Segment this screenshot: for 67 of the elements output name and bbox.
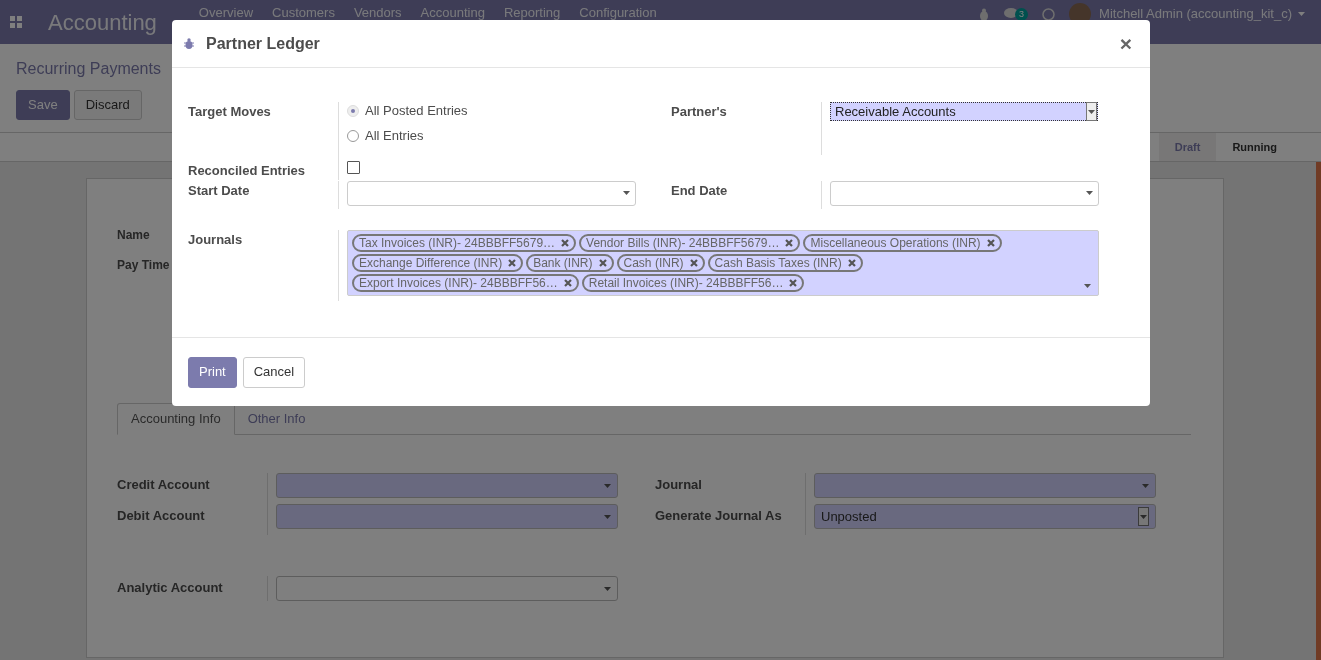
field-label: Debit Account xyxy=(117,508,205,523)
caret-icon xyxy=(1298,12,1305,16)
remove-icon[interactable] xyxy=(789,278,798,287)
journal-tag[interactable]: Exchange Difference (INR) xyxy=(352,253,524,272)
breadcrumb[interactable]: Recurring Payments xyxy=(16,57,161,81)
field-label: Pay Time xyxy=(117,258,170,272)
journal-tag[interactable]: Cash (INR) xyxy=(616,253,705,272)
journal-tag[interactable]: Export Invoices (INR)- 24BBBFF56… xyxy=(352,273,579,292)
date-field[interactable] xyxy=(830,180,1099,206)
remove-icon[interactable] xyxy=(598,258,607,267)
field-label: Analytic Account xyxy=(117,580,223,595)
caret-icon xyxy=(604,514,611,519)
journal-tag[interactable]: Tax Invoices (INR)- 24BBBFF5679… xyxy=(352,233,577,252)
remove-icon[interactable] xyxy=(561,238,570,247)
caret-icon xyxy=(1084,283,1091,288)
radio-option[interactable]: All Entries xyxy=(347,127,635,144)
radio-button[interactable] xyxy=(347,129,359,142)
field-label: Generate Journal As xyxy=(655,508,782,523)
status-step[interactable]: Draft xyxy=(1158,133,1217,161)
date-field[interactable] xyxy=(347,180,636,206)
remove-icon[interactable] xyxy=(986,238,995,247)
journal-tag[interactable]: Retail Invoices (INR)- 24BBBFF56… xyxy=(581,273,805,292)
count-badge: 3 xyxy=(1015,7,1029,21)
bug-icon[interactable] xyxy=(978,7,991,21)
journal-tag[interactable]: Cash Basis Taxes (INR) xyxy=(707,253,863,272)
caret-icon xyxy=(1142,483,1149,488)
field-label: Journal xyxy=(655,477,702,492)
clock-icon[interactable] xyxy=(1042,7,1056,21)
caret-icon xyxy=(623,191,630,195)
save-button[interactable]: Save xyxy=(16,90,70,120)
journal-tag[interactable]: Miscellaneous Operations (INR) xyxy=(803,233,1002,252)
input-field[interactable] xyxy=(276,473,618,498)
journal-tag[interactable]: Vendor Bills (INR)- 24BBBFF5679… xyxy=(579,233,801,252)
tags-field[interactable] xyxy=(347,229,1099,296)
discard-button[interactable]: Discard xyxy=(73,90,142,120)
journal-tag[interactable]: Bank (INR) xyxy=(526,253,614,272)
input-field[interactable] xyxy=(276,576,618,601)
caret-icon xyxy=(604,483,611,488)
input-field[interactable] xyxy=(276,504,618,529)
remove-icon[interactable] xyxy=(689,258,698,267)
tab[interactable]: Accounting Info xyxy=(117,403,235,435)
field-label: Credit Account xyxy=(117,477,210,492)
remove-icon[interactable] xyxy=(563,278,572,287)
remove-icon[interactable] xyxy=(847,258,856,267)
close-button[interactable]: × xyxy=(1119,33,1132,54)
select-field[interactable]: Receivable Accounts xyxy=(830,102,1098,121)
cancel-button[interactable]: Cancel xyxy=(242,356,306,388)
print-button[interactable]: Print xyxy=(188,356,237,388)
field-label: End Date xyxy=(671,182,728,198)
bug-icon xyxy=(184,38,194,49)
dialog-title: Partner Ledger xyxy=(206,33,320,54)
field-label: Target Moves xyxy=(188,104,271,119)
apps-grid-icon[interactable] xyxy=(10,16,22,28)
caret-icon xyxy=(1086,191,1093,195)
field-label: Start Date xyxy=(188,182,250,198)
radio-option[interactable]: All Posted Entries xyxy=(347,102,635,119)
field-label: Journals xyxy=(188,231,243,247)
input-field[interactable] xyxy=(814,473,1156,498)
remove-icon[interactable] xyxy=(508,258,517,267)
caret-icon xyxy=(604,586,611,591)
tab[interactable]: Other Info xyxy=(234,403,319,435)
field-label: Reconciled Entries xyxy=(188,163,306,178)
select-field[interactable]: Unposted xyxy=(814,504,1156,529)
remove-icon[interactable] xyxy=(785,238,794,247)
checkbox[interactable] xyxy=(347,161,360,174)
field-label: Name xyxy=(117,228,150,242)
field-label: Partner's xyxy=(671,104,727,119)
